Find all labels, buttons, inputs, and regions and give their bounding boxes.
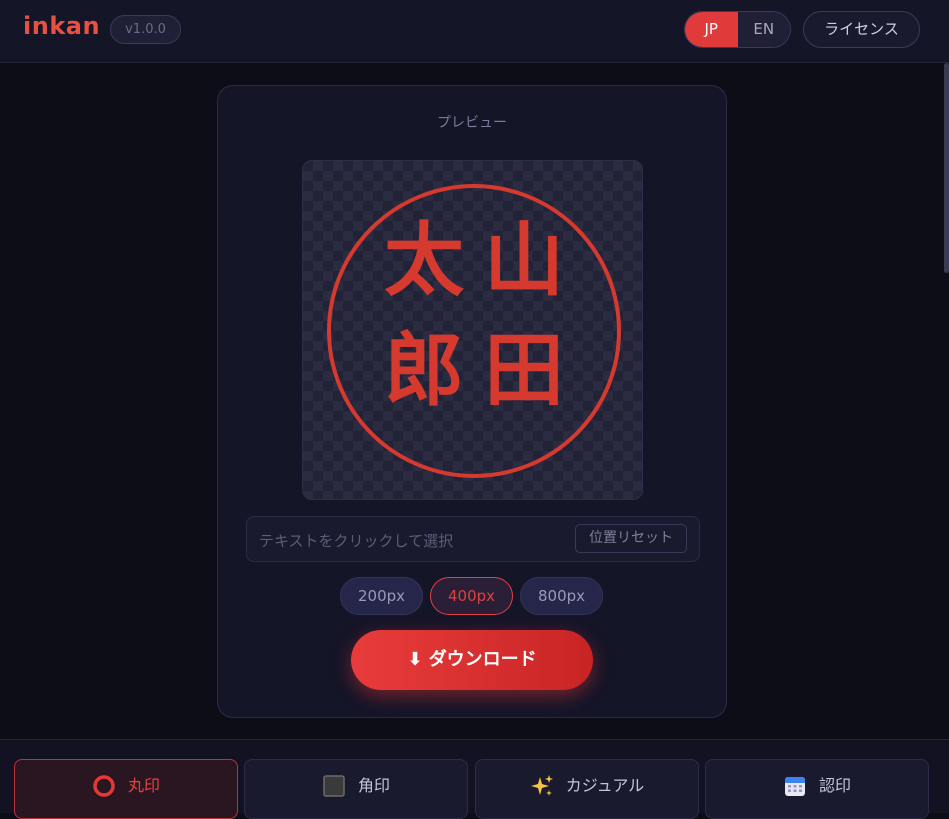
preview-title: プレビュー	[437, 115, 507, 131]
stamp-image: 山 田 太 郎	[327, 184, 621, 478]
square-stamp-icon	[322, 774, 346, 798]
stamp-char-3[interactable]: 太	[384, 214, 464, 307]
selection-hint-bar: テキストをクリックして選択 位置リセット	[246, 516, 700, 562]
tab-round-stamp[interactable]: 丸印	[14, 759, 238, 819]
size-200-button[interactable]: 200px	[340, 577, 423, 615]
size-400-button[interactable]: 400px	[430, 577, 513, 615]
download-button[interactable]: ⬇ ダウンロード	[351, 630, 593, 690]
scrollbar-thumb[interactable]	[944, 63, 949, 273]
tab-casual[interactable]: カジュアル	[475, 759, 699, 819]
tab-square-stamp[interactable]: 角印	[244, 759, 468, 819]
stamp-char-2[interactable]: 田	[484, 324, 564, 417]
stamp-preview-canvas[interactable]: 山 田 太 郎	[302, 160, 643, 500]
tab-label: カジュアル	[565, 776, 645, 795]
stamp-char-4[interactable]: 郎	[384, 324, 464, 417]
circle-stamp-icon	[92, 774, 116, 798]
preview-card: プレビュー 山 田 太 郎 テキストをクリックして選択 位置リセット 200px…	[217, 85, 727, 718]
reset-position-button[interactable]: 位置リセット	[575, 524, 687, 553]
sparkles-icon	[530, 774, 554, 798]
tab-label: 丸印	[127, 776, 160, 795]
calendar-icon	[783, 774, 807, 798]
version-badge: v1.0.0	[110, 15, 181, 44]
download-icon: ⬇	[407, 649, 423, 670]
lang-en-button[interactable]: EN	[737, 12, 790, 47]
language-toggle: JP EN	[684, 11, 791, 48]
tab-label: 角印	[357, 776, 390, 795]
selection-hint-text: テキストをクリックして選択	[259, 532, 454, 550]
tab-label: 認印	[818, 776, 851, 795]
size-800-button[interactable]: 800px	[520, 577, 603, 615]
app-logo[interactable]: inkan	[23, 12, 100, 40]
download-label: ダウンロード	[428, 649, 537, 670]
license-button[interactable]: ライセンス	[803, 11, 920, 48]
tab-approval-stamp[interactable]: 認印	[705, 759, 929, 819]
stamp-char-1[interactable]: 山	[484, 214, 564, 307]
lang-jp-button[interactable]: JP	[685, 12, 738, 47]
stamp-type-tabbar: 丸印 角印 カジュアル 認印	[0, 739, 949, 819]
stamp-ring	[327, 184, 621, 478]
app-header: inkan v1.0.0 JP EN ライセンス	[0, 0, 949, 63]
